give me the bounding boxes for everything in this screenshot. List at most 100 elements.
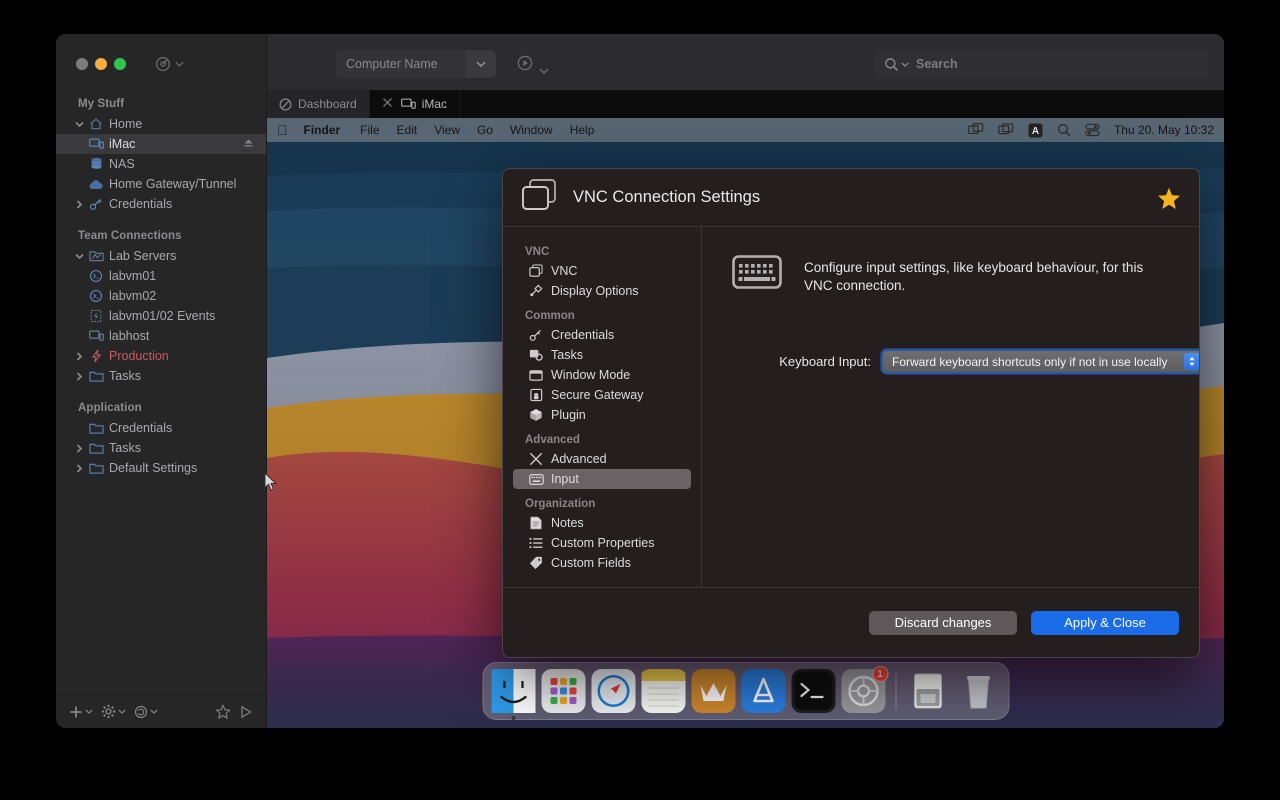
sidebar-item-labhost[interactable]: labhost [56, 326, 266, 346]
chevron-down-icon[interactable] [539, 61, 549, 79]
twisty-right-icon[interactable] [72, 372, 86, 381]
screen-icon [401, 98, 416, 111]
eject-icon[interactable] [243, 137, 254, 151]
twisty-right-icon[interactable] [72, 352, 86, 361]
nav-item-advanced[interactable]: Advanced [513, 449, 691, 469]
twisty-down-icon[interactable] [72, 253, 86, 259]
sidebar-item-home-gateway-tunnel[interactable]: Home Gateway/Tunnel [56, 174, 266, 194]
search-placeholder-text: Search [916, 57, 958, 71]
nav-item-secure-gateway[interactable]: Secure Gateway [513, 385, 691, 405]
dock-item-terminal[interactable] [791, 669, 835, 713]
dock-item-crown-app[interactable] [691, 669, 735, 713]
sidebar-item-labvm01[interactable]: labvm01 [56, 266, 266, 286]
nav-item-label: Credentials [551, 328, 614, 342]
sidebar-item-home[interactable]: Home [56, 114, 266, 134]
twisty-right-icon[interactable] [72, 464, 86, 473]
discard-changes-button[interactable]: Discard changes [869, 611, 1017, 635]
nav-item-tasks[interactable]: Tasks [513, 345, 691, 365]
dock-item-trash[interactable] [956, 669, 1000, 713]
sidebar-item-label: Default Settings [109, 461, 197, 475]
sidebar-item-app-tasks[interactable]: Tasks [56, 438, 266, 458]
nav-item-notes[interactable]: Notes [513, 513, 691, 533]
nav-item-credentials[interactable]: Credentials [513, 325, 691, 345]
nav-item-plugin[interactable]: Plugin [513, 405, 691, 425]
stepper-arrows-icon[interactable] [1184, 353, 1200, 370]
play-icon[interactable] [236, 703, 256, 721]
nav-item-label: Custom Properties [551, 536, 655, 550]
maximize-window-button[interactable] [114, 58, 126, 70]
sidebar-item-labvm02[interactable]: labvm02 [56, 286, 266, 306]
sidebar-item-label: Credentials [109, 421, 172, 435]
close-window-button[interactable] [76, 58, 88, 70]
twisty-right-icon[interactable] [72, 444, 86, 453]
nav-item-custom-fields[interactable]: Custom Fields [513, 553, 691, 573]
dock-item-notes[interactable] [641, 669, 685, 713]
star-icon[interactable] [212, 702, 234, 722]
menu-window[interactable]: Window [510, 123, 553, 137]
keyboard-input-select[interactable]: Forward keyboard shortcuts only if not i… [883, 351, 1200, 372]
apply-and-close-button[interactable]: Apply & Close [1031, 611, 1179, 635]
dock-item-system-preferences[interactable]: 1 [841, 669, 885, 713]
sidebar-bottom-toolbar [56, 694, 266, 728]
vnc-viewport[interactable]:  Finder File Edit View Go Window Help A… [267, 118, 1224, 728]
sidebar-item-default-settings[interactable]: Default Settings [56, 458, 266, 478]
dock-item-documents-stack[interactable] [906, 669, 950, 713]
menu-edit[interactable]: Edit [397, 123, 418, 137]
twisty-right-icon[interactable] [72, 200, 86, 209]
nav-item-window-mode[interactable]: Window Mode [513, 365, 691, 385]
control-center-icon[interactable] [1085, 123, 1100, 137]
sidebar-tree[interactable]: My Stuff Home iMac [56, 90, 266, 694]
connect-play-button[interactable] [517, 55, 533, 76]
sidebar-item-app-credentials[interactable]: Credentials [56, 418, 266, 438]
nav-item-input[interactable]: Input [513, 469, 691, 489]
input-source-icon[interactable]: A [1028, 123, 1043, 138]
sidebar-item-labvm-events[interactable]: labvm01/02 Events [56, 306, 266, 326]
twisty-down-icon[interactable] [72, 121, 86, 127]
dock-item-safari[interactable] [591, 669, 635, 713]
menu-view[interactable]: View [434, 123, 460, 137]
nav-item-vnc[interactable]: VNC [513, 261, 691, 281]
sidebar-item-label: iMac [109, 137, 135, 151]
search-input[interactable]: Search [874, 50, 1208, 78]
tab-dashboard[interactable]: Dashboard [267, 90, 370, 118]
settings-nav-list[interactable]: VNC VNC Display Options Common Cred [503, 227, 702, 587]
menubar-status-area: A Thu 20. May 10:32 [968, 123, 1214, 138]
nav-item-display-options[interactable]: Display Options [513, 281, 691, 301]
macos-dock[interactable]: 1 [482, 662, 1009, 720]
nav-item-label: Advanced [551, 452, 607, 466]
tab-imac[interactable]: iMac [370, 90, 460, 118]
chevron-down-icon[interactable] [175, 61, 184, 67]
menu-file[interactable]: File [360, 123, 379, 137]
chevron-down-icon[interactable] [901, 62, 909, 67]
sidebar-item-production[interactable]: Production [56, 346, 266, 366]
sidebar-item-lab-servers[interactable]: Lab Servers [56, 246, 266, 266]
filter-icon[interactable] [155, 56, 171, 72]
menu-help[interactable]: Help [570, 123, 595, 137]
refresh-icon[interactable] [131, 703, 161, 721]
dock-item-finder[interactable] [491, 669, 535, 713]
sidebar-item-imac[interactable]: iMac [56, 134, 266, 154]
apple-icon[interactable]:  [277, 123, 288, 137]
menu-go[interactable]: Go [477, 123, 493, 137]
nav-item-custom-properties[interactable]: Custom Properties [513, 533, 691, 553]
menu-finder[interactable]: Finder [304, 123, 341, 137]
gear-icon[interactable] [98, 702, 129, 721]
sidebar-item-credentials[interactable]: Credentials [56, 194, 266, 214]
minimize-window-button[interactable] [95, 58, 107, 70]
chevron-down-icon[interactable] [466, 50, 496, 78]
star-icon[interactable] [1157, 187, 1181, 215]
sidebar-item-nas[interactable]: NAS [56, 154, 266, 174]
sidebar-item-label: NAS [109, 157, 135, 171]
events-icon [86, 309, 106, 323]
dock-item-launchpad[interactable] [541, 669, 585, 713]
computer-name-input[interactable]: Computer Name [336, 50, 496, 78]
macos-menubar[interactable]:  Finder File Edit View Go Window Help A… [267, 118, 1224, 142]
menubar-clock[interactable]: Thu 20. May 10:32 [1114, 123, 1214, 137]
sidebar-item-team-tasks[interactable]: Tasks [56, 366, 266, 386]
screen-share-icon[interactable] [968, 123, 984, 137]
windows-icon[interactable] [998, 123, 1014, 137]
spotlight-icon[interactable] [1057, 123, 1071, 137]
add-icon[interactable] [66, 703, 96, 721]
close-icon[interactable] [382, 97, 393, 111]
dock-item-app-store[interactable] [741, 669, 785, 713]
